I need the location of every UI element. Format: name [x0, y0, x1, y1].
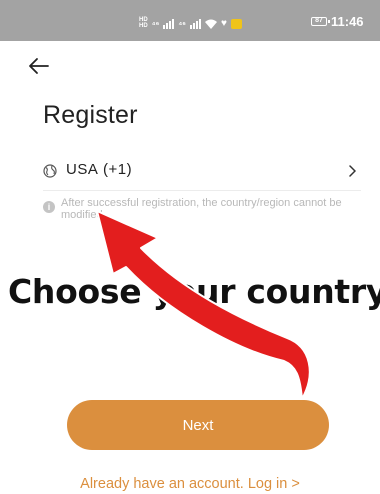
wifi-icon	[204, 19, 217, 29]
registration-notice: After successful registration, the count…	[61, 197, 342, 221]
globe-icon	[43, 164, 57, 178]
divider	[43, 190, 361, 191]
overlay-caption: Choose your country	[8, 272, 380, 311]
country-selector[interactable]: USA (+1)	[43, 160, 361, 190]
page-title: Register	[43, 101, 138, 129]
notification-app-icon	[230, 19, 242, 29]
signal-icon	[163, 19, 175, 29]
network-type-1: ⁴⁶	[151, 20, 160, 29]
chevron-right-icon	[349, 165, 356, 177]
battery-icon: 87	[311, 17, 330, 26]
back-arrow-icon[interactable]	[28, 57, 50, 75]
country-label: USA (+1)	[66, 161, 133, 178]
hd-indicator: HD HD	[139, 17, 148, 29]
status-bar: HD HD ⁴⁶ ⁴⁶ ♥ 87 11:46	[0, 0, 380, 41]
status-time: 11:46	[331, 14, 364, 29]
network-type-2: ⁴⁶	[178, 20, 186, 29]
signal-icon-2	[189, 19, 201, 29]
info-icon: i	[43, 201, 55, 213]
heart-icon: ♥	[220, 18, 227, 29]
next-button[interactable]: Next	[67, 400, 329, 450]
login-link[interactable]: Already have an account. Log in >	[0, 476, 380, 492]
status-icons: HD HD ⁴⁶ ⁴⁶ ♥	[139, 15, 242, 29]
